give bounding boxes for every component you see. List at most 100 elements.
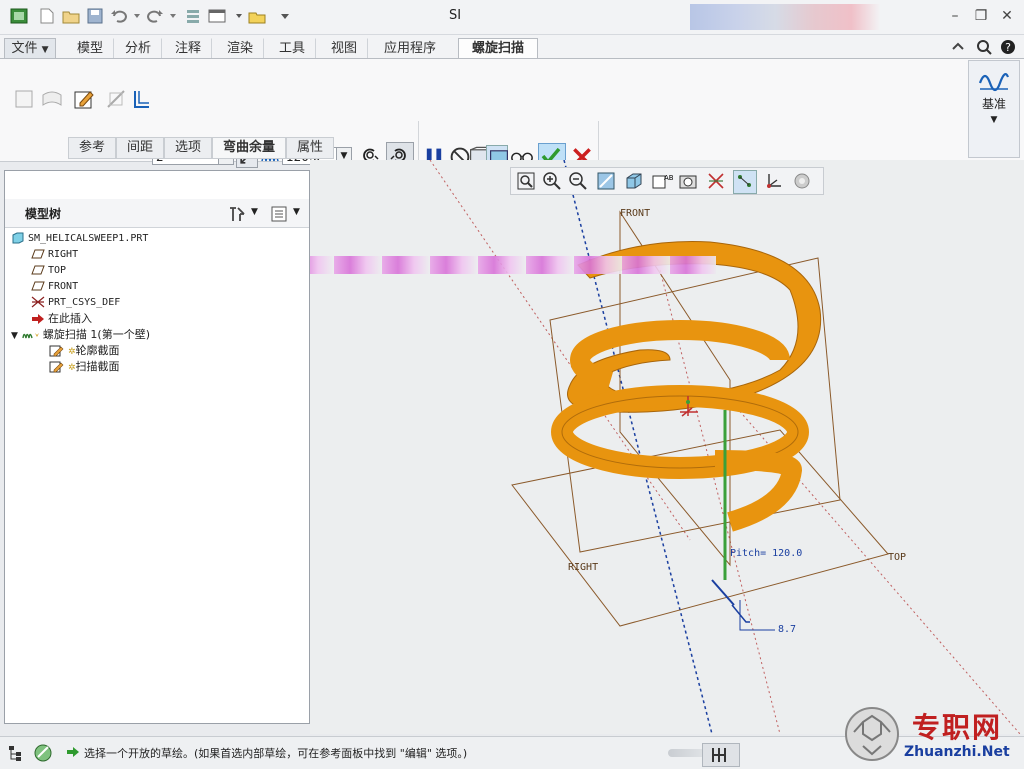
- watermark-text: 专职网: [912, 711, 1003, 744]
- saved-orientations-icon[interactable]: AB: [651, 170, 674, 192]
- csys-display-icon[interactable]: [763, 170, 785, 192]
- tree-item-top[interactable]: TOP: [31, 263, 66, 279]
- redo-icon[interactable]: [146, 8, 164, 24]
- undo-dropdown-icon[interactable]: [128, 8, 140, 24]
- tree-item-label: FRONT: [48, 281, 79, 292]
- tree-item-front[interactable]: FRONT: [31, 279, 78, 295]
- ribbon-tab-bar: 文件 ▼ 模型 分析 注释 渲染 工具 视图 应用程序 螺旋扫描 ?: [0, 35, 1024, 60]
- customize-toolbar-icon[interactable]: [276, 8, 289, 24]
- annotation-display-icon[interactable]: [791, 170, 813, 192]
- tab-view[interactable]: 视图: [320, 38, 368, 60]
- view-manager-icon[interactable]: [677, 170, 699, 192]
- tree-item-profile-section[interactable]: ✲轮廓截面: [49, 343, 120, 359]
- tree-item-label: TOP: [48, 265, 67, 276]
- tab-file[interactable]: 文件 ▼: [4, 38, 56, 60]
- show-tree-icon[interactable]: [269, 205, 289, 223]
- tab-render[interactable]: 渲染: [216, 38, 264, 60]
- tree-item-right[interactable]: RIGHT: [31, 247, 78, 263]
- tree-item-label: 轮廓截面: [75, 344, 120, 357]
- app-logo-icon: [10, 8, 28, 24]
- top-plane-label: TOP: [888, 552, 906, 563]
- insert-arrow-icon: [31, 313, 45, 325]
- model-tree-panel: 模型树 ▼ ▼ SM_HELICALSWEEP1.PRT RIGHT TOP F…: [4, 170, 310, 724]
- subtab-pitch[interactable]: 间距: [116, 137, 164, 159]
- right-plane-label: RIGHT: [568, 562, 598, 573]
- new-icon[interactable]: [38, 8, 56, 24]
- subtab-references[interactable]: 参考: [68, 137, 116, 159]
- regenerate-icon[interactable]: [184, 8, 202, 24]
- subtab-options[interactable]: 选项: [164, 137, 212, 159]
- helical-spring[interactable]: [551, 241, 822, 532]
- watermark-url: Zhuanzhi.Net: [904, 744, 1010, 760]
- restore-button[interactable]: ❐: [970, 6, 992, 26]
- zoom-out-icon[interactable]: [567, 170, 589, 192]
- expand-toggle-icon[interactable]: ▼: [11, 331, 18, 341]
- tree-item-helical-sweep[interactable]: ▼ 螺旋扫描 1(第一个壁): [11, 327, 150, 343]
- undo-icon[interactable]: [110, 8, 128, 24]
- sketch-icon: [49, 345, 65, 357]
- pitch-dimension[interactable]: Pitch= 120.0: [730, 548, 802, 559]
- graphics-area[interactable]: FRONT RIGHT TOP Pitch= 120.0 8.7: [286, 160, 1024, 734]
- tree-item-csys[interactable]: PRT_CSYS_DEF: [31, 295, 120, 311]
- save-icon[interactable]: [86, 8, 104, 24]
- thickness-icon[interactable]: [130, 87, 154, 111]
- tab-annotate[interactable]: 注释: [164, 38, 212, 60]
- tree-settings-icon[interactable]: [227, 205, 247, 223]
- front-plane-label: FRONT: [620, 208, 650, 219]
- tree-item-sweep-section[interactable]: ✲扫描截面: [49, 359, 120, 375]
- datum-panel[interactable]: 基准 ▼: [968, 60, 1020, 158]
- help-icon[interactable]: ?: [1000, 39, 1016, 55]
- open-icon[interactable]: [62, 8, 80, 24]
- show-navigator-icon[interactable]: [6, 743, 28, 763]
- model-tree-title: 模型树: [25, 207, 62, 221]
- close-window-icon[interactable]: [248, 8, 266, 24]
- sketch-edit-icon[interactable]: [72, 87, 96, 111]
- tree-item-insert-here[interactable]: 在此插入: [31, 311, 92, 327]
- windows-icon[interactable]: [208, 8, 226, 24]
- tree-item-label: SM_HELICALSWEEP1.PRT: [28, 233, 149, 244]
- csys-origin: [686, 400, 690, 404]
- display-style-icon[interactable]: [623, 170, 645, 192]
- tab-helical-sweep[interactable]: 螺旋扫描: [458, 38, 538, 60]
- surface-icon[interactable]: [40, 87, 64, 111]
- zoom-in-icon[interactable]: [541, 170, 563, 192]
- prompt-arrow-icon: [66, 746, 80, 758]
- repaint-icon[interactable]: [595, 170, 617, 192]
- browser-icon[interactable]: [32, 742, 54, 764]
- tree-settings-dropdown[interactable]: ▼: [251, 207, 258, 217]
- solid-icon[interactable]: [12, 87, 36, 111]
- tab-analysis[interactable]: 分析: [114, 38, 162, 60]
- search-icon[interactable]: [976, 39, 992, 55]
- show-tree-dropdown[interactable]: ▼: [293, 207, 300, 217]
- windows-dropdown-icon[interactable]: [230, 8, 242, 24]
- datum-plane-icon: [31, 264, 45, 276]
- tab-tools[interactable]: 工具: [268, 38, 316, 60]
- sketch-marker-icon: ✲: [68, 347, 76, 357]
- minimize-button[interactable]: –: [944, 6, 966, 26]
- graphics-toolbar: AB: [510, 167, 824, 195]
- collapse-ribbon-icon[interactable]: [950, 39, 966, 55]
- radius-dimension[interactable]: 8.7: [778, 624, 796, 635]
- subtab-properties[interactable]: 属性: [286, 137, 334, 159]
- tree-item-label: RIGHT: [48, 249, 79, 260]
- tree-item-label: 扫描截面: [75, 360, 120, 373]
- datum-display-icon[interactable]: [705, 170, 727, 192]
- datum-dropdown-icon[interactable]: ▼: [969, 115, 1019, 125]
- thin-icon[interactable]: [104, 87, 128, 111]
- blurred-region: [690, 4, 880, 30]
- point-display-icon[interactable]: [733, 170, 757, 194]
- datum-plane-icon: [31, 248, 45, 260]
- datum-label: 基准: [981, 97, 1006, 111]
- window-title: SI: [448, 8, 462, 23]
- subtab-bend-allowance[interactable]: 弯曲余量: [212, 137, 286, 159]
- tab-applications[interactable]: 应用程序: [372, 38, 448, 60]
- part-icon: [11, 232, 25, 244]
- smart-filter-icon[interactable]: [702, 743, 740, 767]
- refit-icon[interactable]: [515, 170, 537, 192]
- dimension-leader: [731, 604, 750, 623]
- tab-model[interactable]: 模型: [66, 38, 114, 60]
- watermark-logo-icon: [844, 706, 900, 762]
- redo-dropdown-icon[interactable]: [164, 8, 176, 24]
- close-button[interactable]: ✕: [996, 6, 1018, 26]
- tree-item-part[interactable]: SM_HELICALSWEEP1.PRT: [11, 231, 148, 247]
